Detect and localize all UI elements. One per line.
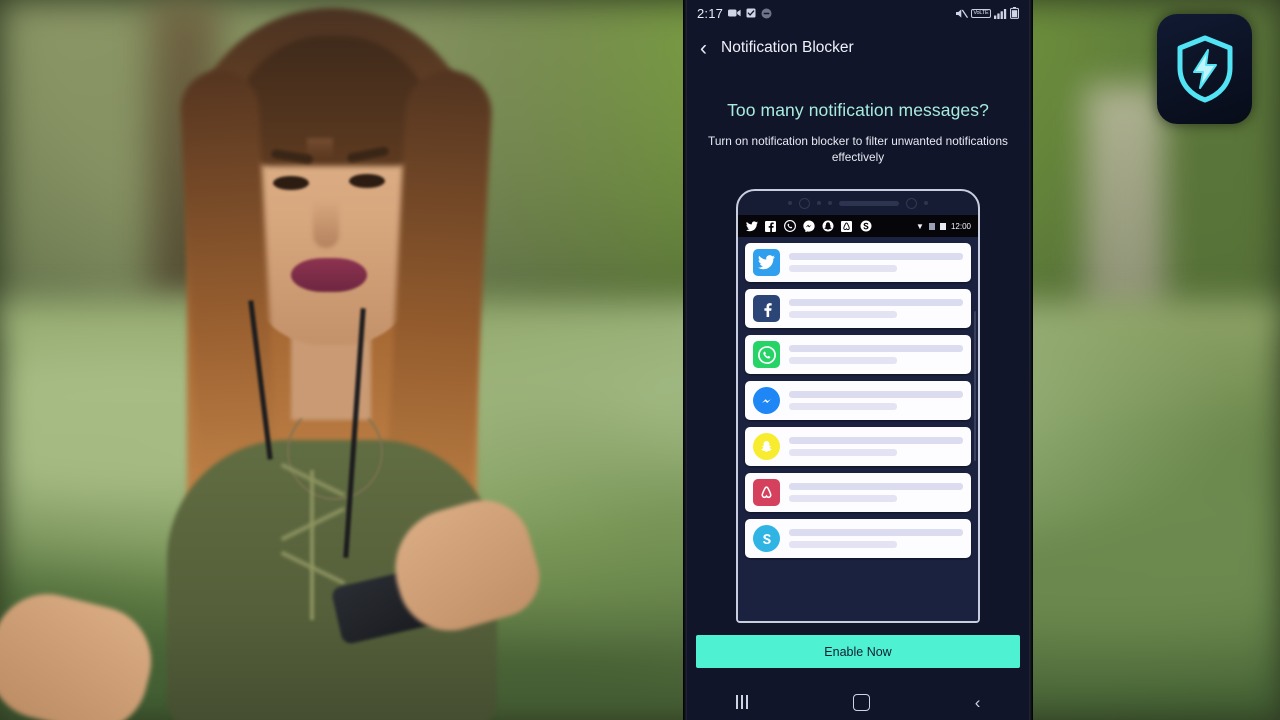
hand-left [0,582,163,720]
airbnb-icon [753,479,780,506]
nose [313,200,339,248]
mockup-scrollbar[interactable] [974,311,976,461]
enable-now-label: Enable Now [824,644,892,659]
whatsapp-icon [753,341,780,368]
top-lace-center [310,470,314,620]
notification-placeholder [789,483,963,502]
status-bar-left: 2:17 [697,6,772,21]
mockup-time: 12:00 [950,221,971,231]
snapchat-icon [821,220,834,233]
front-camera-icon [799,197,810,209]
mockup-battery-icon [939,222,946,230]
status-time: 2:17 [697,5,724,21]
airbnb-icon [840,220,853,233]
volte-icon: VoLTE [970,8,991,18]
sensor-dot-icon [924,201,928,205]
notification-row[interactable] [745,243,971,282]
person-presenter [0,0,565,720]
back-chevron-icon[interactable]: ‹ [700,38,707,59]
shield-bolt-icon [1177,35,1232,103]
twitter-icon [753,249,780,276]
notification-placeholder [789,345,963,364]
nav-back-icon[interactable]: ‹ [975,694,981,711]
earpiece-speaker [839,200,899,206]
eye-right [349,174,385,188]
checkbox-icon [746,8,756,18]
page-title: Notification Blocker [721,39,854,56]
sensor-dot-icon [788,201,792,205]
dnd-icon [761,8,772,19]
screen: 2:17 VoLTE ‹ Notification Blocker Too ma… [0,0,1280,720]
phone-screen-panel: 2:17 VoLTE ‹ Notification Blocker Too ma… [683,0,1033,720]
dropdown-caret-icon: ▼ [916,221,924,231]
mute-icon [955,8,968,19]
lips [291,258,367,292]
notification-placeholder [789,391,963,410]
notification-row[interactable] [745,473,971,512]
camera-icon [728,8,741,18]
signal-bars-icon [994,8,1007,19]
mockup-status-bar: ▼ 12:00 [738,215,978,237]
notification-list [738,237,978,621]
facebook-icon [753,295,780,322]
notification-placeholder [789,299,963,318]
skype-icon [753,525,780,552]
notification-placeholder [789,437,963,456]
notification-row[interactable] [745,519,971,558]
snapchat-icon [753,433,780,460]
notification-placeholder [789,253,963,272]
app-logo [1157,14,1252,124]
messenger-icon [753,387,780,414]
notification-row[interactable] [745,381,971,420]
facebook-icon [764,220,777,233]
battery-icon [1010,7,1019,19]
sensor-dot-icon [817,201,821,205]
notification-row[interactable] [745,427,971,466]
notification-placeholder [789,529,963,548]
home-icon[interactable] [852,693,870,711]
mockup-bezel [738,191,978,215]
phone-mockup: ▼ 12:00 [736,189,980,623]
status-bar-right: VoLTE [955,7,1019,19]
whatsapp-icon [783,220,796,233]
app-bar: ‹ Notification Blocker [683,30,1033,66]
enable-now-button[interactable]: Enable Now [696,635,1020,668]
twitter-icon [745,220,758,233]
status-bar: 2:17 VoLTE [683,0,1033,26]
subheadline: Turn on notification blocker to filter u… [708,134,1008,164]
recents-icon[interactable] [735,695,748,709]
skype-icon [859,220,872,233]
android-nav-bar: ‹ [683,684,1033,720]
mockup-signal-icon [928,222,935,230]
sensor-dot-icon [828,201,832,205]
notification-row[interactable] [745,289,971,328]
necklace [287,404,383,500]
mockup-status-right: ▼ 12:00 [916,222,971,231]
headline: Too many notification messages? [727,100,989,120]
proximity-sensor-icon [906,197,917,209]
messenger-icon [802,220,815,233]
notification-row[interactable] [745,335,971,374]
eye-left [273,176,309,190]
